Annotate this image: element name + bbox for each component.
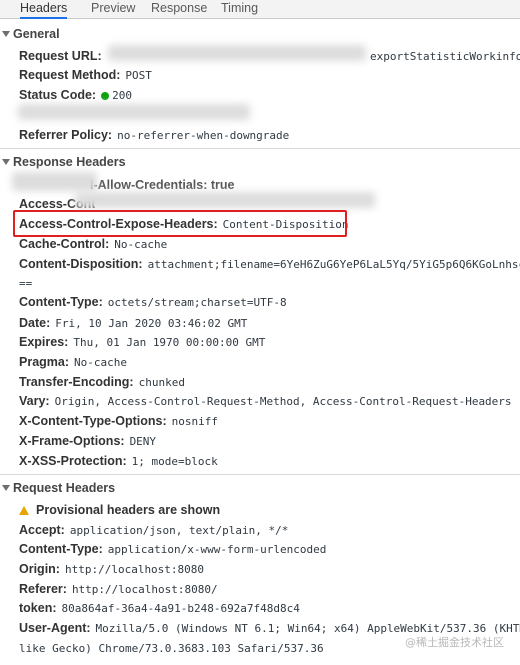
response-header-row: X-XSS-Protection: 1; mode=block <box>19 452 218 470</box>
header-key: X-XSS-Protection: <box>19 454 127 468</box>
request-url-row: Request URL: <box>19 47 102 65</box>
request-headers-section-header[interactable]: Request Headers <box>0 479 115 497</box>
section-divider <box>0 148 520 149</box>
general-section-header[interactable]: General <box>0 25 60 43</box>
response-header-row: Cache-Control: No-cache <box>19 235 167 253</box>
header-key: Origin: <box>19 562 60 576</box>
request-header-row: Referer: http://localhost:8080/ <box>19 580 218 598</box>
header-key: token: <box>19 601 57 615</box>
header-key: Transfer-Encoding: <box>19 375 134 389</box>
header-key: Content-Type: <box>19 542 103 556</box>
watermark: @稀土掘金技术社区 <box>405 636 504 649</box>
redacted-header-blur-2 <box>75 192 375 208</box>
response-headers-title: Response Headers <box>13 155 126 169</box>
header-key: X-Frame-Options: <box>19 434 125 448</box>
request-header-row: Content-Type: application/x-www-form-urle… <box>19 540 326 558</box>
header-value: Origin, Access-Control-Request-Method, A… <box>54 395 512 408</box>
header-key: Vary: <box>19 394 50 408</box>
tab-response[interactable]: Response <box>151 0 207 18</box>
header-key: Pragma: <box>19 355 70 369</box>
collapse-triangle-icon <box>2 159 10 165</box>
header-key: Referer: <box>19 582 67 596</box>
highlight-box <box>13 210 347 237</box>
redacted-address-blur <box>18 104 250 120</box>
header-value: http://localhost:8080/ <box>71 583 218 596</box>
status-code-row: Status Code: 200 <box>19 86 132 104</box>
header-key: Content-Disposition: <box>19 257 143 271</box>
header-value: == <box>19 277 33 290</box>
header-value: like Gecko) Chrome/73.0.3683.103 Safari/… <box>19 642 324 655</box>
request-url-tail: exportStatisticWorkinfo <box>370 50 520 63</box>
response-header-row: Content-Disposition: attachment;filename=… <box>19 255 520 273</box>
header-value: 1; mode=block <box>131 455 218 468</box>
redacted-header-blur <box>12 172 97 191</box>
header-value: No-cache <box>74 356 128 369</box>
devtools-tab-bar: Headers Preview Response Timing <box>0 0 520 19</box>
request-header-row: Accept: application/json, text/plain, */* <box>19 521 288 539</box>
request-url-label: Request URL: <box>19 49 102 63</box>
request-header-row: Origin: http://localhost:8080 <box>19 560 204 578</box>
header-key: User-Agent: <box>19 621 91 635</box>
provisional-warning-text: Provisional headers are shown <box>36 503 221 517</box>
header-value: attachment;filename=6YeH6ZuG6YeP6LaL5Yq/… <box>147 258 520 271</box>
tab-headers[interactable]: Headers <box>20 0 68 19</box>
header-value: chunked <box>138 376 185 389</box>
response-header-continuation: == <box>19 274 32 292</box>
section-divider <box>0 474 520 475</box>
header-key: Content-Type: <box>19 295 103 309</box>
general-title: General <box>13 27 60 41</box>
header-value: Thu, 01 Jan 1970 00:00:00 GMT <box>73 336 266 349</box>
status-code-label: Status Code: <box>19 88 97 102</box>
referrer-policy-label: Referrer Policy: <box>19 128 113 142</box>
header-value: No-cache <box>114 238 168 251</box>
header-key: Cache-Control: <box>19 237 110 251</box>
header-key: X-Content-Type-Options: <box>19 414 167 428</box>
response-header-row: Transfer-Encoding: chunked <box>19 373 185 391</box>
header-value: nosniff <box>171 415 219 428</box>
request-url-tail-row: exportStatisticWorkinfo <box>370 47 520 65</box>
response-headers-section-header[interactable]: Response Headers <box>0 153 126 171</box>
header-key: Accept: <box>19 523 65 537</box>
request-method-value: POST <box>125 69 152 82</box>
tab-preview[interactable]: Preview <box>91 0 135 18</box>
header-key: Date: <box>19 316 51 330</box>
header-key: Expires: <box>19 335 69 349</box>
response-header-row: Expires: Thu, 01 Jan 1970 00:00:00 GMT <box>19 333 265 351</box>
response-header-row: X-Frame-Options: DENY <box>19 432 156 450</box>
header-value: http://localhost:8080 <box>64 563 205 576</box>
redacted-url-blur <box>108 45 366 61</box>
referrer-policy-row: Referrer Policy: no-referrer-when-downgra… <box>19 126 289 144</box>
partial-header-text: l-Allow-Credentials: true <box>90 178 235 192</box>
header-value: Fri, 10 Jan 2020 03:46:02 GMT <box>55 317 248 330</box>
collapse-triangle-icon <box>2 485 10 491</box>
response-header-row: X-Content-Type-Options: nosniff <box>19 412 218 430</box>
warning-icon <box>19 506 29 515</box>
header-value: 80a864af-36a4-4a91-b248-692a7f48d8c4 <box>61 602 300 615</box>
request-headers-title: Request Headers <box>13 481 116 495</box>
collapse-triangle-icon <box>2 31 10 37</box>
header-value: octets/stream;charset=UTF-8 <box>107 296 287 309</box>
status-ok-icon <box>101 92 110 100</box>
referrer-policy-value: no-referrer-when-downgrade <box>117 129 290 142</box>
header-value: application/x-www-form-urlencoded <box>107 543 327 556</box>
header-value: application/json, text/plain, */* <box>69 524 289 537</box>
status-code-value: 200 <box>112 89 132 102</box>
request-method-row: Request Method: POST <box>19 66 152 84</box>
response-header-row: Pragma: No-cache <box>19 353 127 371</box>
header-value: DENY <box>129 435 157 448</box>
provisional-warning-row: Provisional headers are shown <box>19 501 220 519</box>
request-method-label: Request Method: <box>19 68 121 82</box>
request-header-row: token: 80a864af-36a4-4a91-b248-692a7f48d8… <box>19 599 300 617</box>
request-header-continuation: like Gecko) Chrome/73.0.3683.103 Safari/… <box>19 639 324 657</box>
response-header-row: Date: Fri, 10 Jan 2020 03:46:02 GMT <box>19 314 247 332</box>
response-header-row: Vary: Origin, Access-Control-Request-Meth… <box>19 392 512 410</box>
tab-timing[interactable]: Timing <box>221 0 258 18</box>
response-header-row: Content-Type: octets/stream;charset=UTF-8 <box>19 293 287 311</box>
